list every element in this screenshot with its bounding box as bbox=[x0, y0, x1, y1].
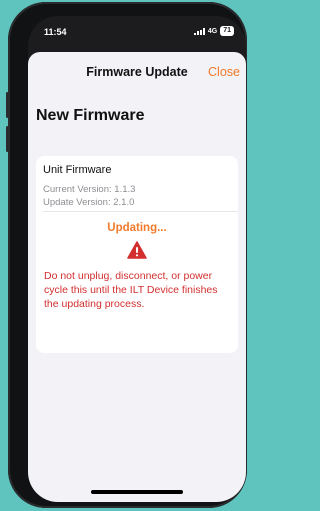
phone-frame: 11:54 4G 71 Firmware Update Close New Fi… bbox=[6, 2, 247, 508]
warning-triangle-icon bbox=[127, 241, 147, 259]
home-indicator[interactable] bbox=[91, 490, 183, 494]
divider bbox=[43, 211, 238, 212]
status-bar: 11:54 4G 71 bbox=[28, 16, 246, 44]
network-type: 4G bbox=[207, 27, 218, 35]
page-title: New Firmware bbox=[36, 107, 145, 124]
firmware-title: Unit Firmware bbox=[43, 164, 112, 176]
side-button bbox=[6, 126, 9, 152]
signal-icon bbox=[193, 27, 205, 35]
modal-sheet: Firmware Update Close New Firmware Unit … bbox=[28, 52, 246, 502]
screen: 11:54 4G 71 Firmware Update Close New Fi… bbox=[28, 16, 246, 502]
update-status: Updating... bbox=[107, 222, 167, 234]
firmware-card: Unit Firmware Current Version: 1.1.3 Upd… bbox=[36, 156, 238, 353]
status-time: 11:54 bbox=[44, 27, 67, 37]
nav-bar: Firmware Update Close bbox=[28, 52, 246, 94]
side-button bbox=[6, 92, 9, 118]
close-button[interactable]: Close bbox=[208, 65, 240, 79]
current-version: Current Version: 1.1.3 bbox=[43, 184, 136, 195]
status-indicators: 4G 71 bbox=[193, 26, 234, 36]
update-version: Update Version: 2.1.0 bbox=[43, 197, 135, 208]
warning-message: Do not unplug, disconnect, or power cycl… bbox=[44, 270, 218, 310]
battery-icon: 71 bbox=[220, 26, 234, 36]
